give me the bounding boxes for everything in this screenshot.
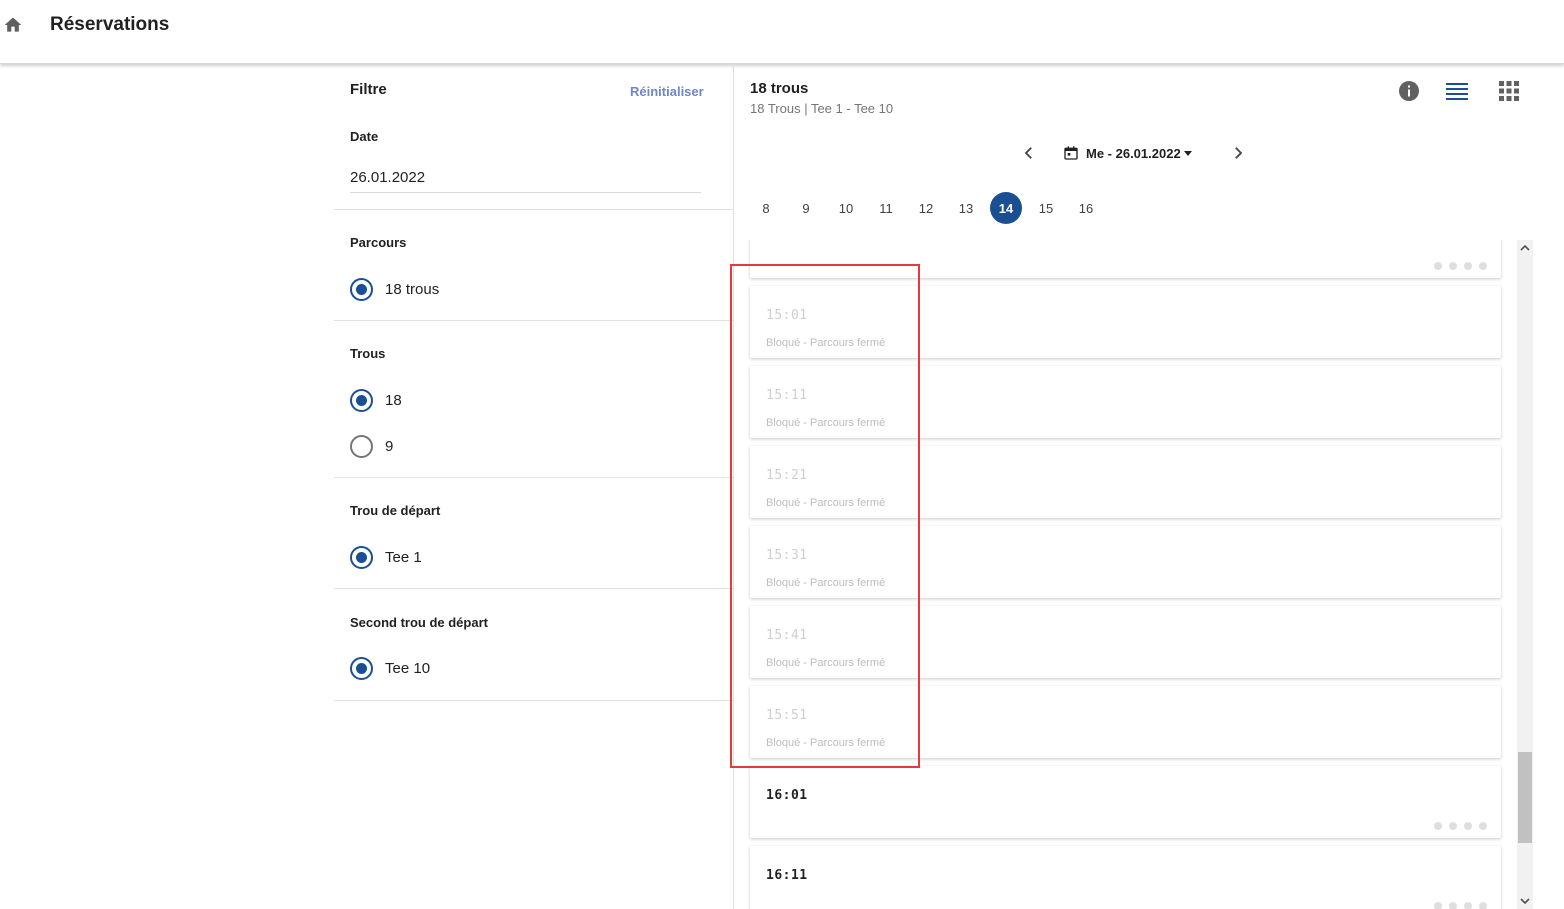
radio-checked-icon [350,656,373,680]
radio-checked-icon [350,545,373,569]
course-title: 18 trous [750,80,809,97]
caret-down-icon [1183,150,1192,156]
tee-time-label: 14:51 [766,240,808,243]
player-slots-indicator[interactable] [1427,902,1487,909]
scroll-down-icon[interactable] [1519,895,1531,907]
top-app-bar: Réservations [0,0,1564,64]
hour-chip-15[interactable]: 15 [1030,192,1062,224]
radio-label: Tee 10 [385,659,431,677]
divider [334,700,733,701]
chevron-left-icon[interactable] [1020,144,1038,162]
empty-player-slot-icon [1434,902,1442,909]
filter-panel: Filtre Réinitialiser Date 26.01.2022 Par… [334,66,733,909]
filter-title: Filtre [350,81,387,98]
holes-label: Trous [350,346,386,361]
empty-player-slot-icon [1464,902,1472,909]
hour-chip-9[interactable]: 9 [790,192,822,224]
empty-player-slot-icon [1449,262,1457,270]
radio-label: 18 trous [385,280,440,298]
second-start-tee-label: Second trou de départ [350,615,488,630]
player-slots-indicator[interactable] [1427,262,1487,270]
scrollbar-thumb[interactable] [1518,752,1532,843]
date-label: Date [350,129,379,144]
radio-checked-icon [350,277,373,301]
empty-player-slot-icon [1434,262,1442,270]
tee-time-card[interactable]: 16:11 [750,846,1501,909]
radio-holes-9[interactable]: 9 [350,434,393,458]
divider [334,209,733,210]
radio-label: 9 [385,437,394,455]
radio-course-18-trous[interactable]: 18 trous [350,277,439,301]
empty-player-slot-icon [1464,262,1472,270]
divider [334,588,733,589]
grid-view-icon[interactable] [1497,79,1521,103]
home-icon[interactable] [3,15,23,35]
empty-player-slot-icon [1449,822,1457,830]
date-picker-label: Me - 26.01.2022 [1086,145,1181,161]
list-view-icon[interactable] [1445,79,1469,103]
empty-player-slot-icon [1449,902,1457,909]
empty-player-slot-icon [1479,822,1487,830]
hour-selector: 8 9 10 11 12 13 14 15 16 [750,192,1110,224]
scroll-up-icon[interactable] [1519,242,1531,254]
tee-time-card[interactable]: 16:01 [750,766,1501,838]
calendar-icon [1064,146,1078,160]
radio-unchecked-icon [350,434,373,458]
hour-chip-14[interactable]: 14 [990,192,1022,224]
date-field-underline [350,192,701,193]
empty-player-slot-icon [1434,822,1442,830]
hour-chip-11[interactable]: 11 [870,192,902,224]
date-picker-button[interactable]: Me - 26.01.2022 [1063,143,1192,163]
radio-label: 18 [385,391,402,409]
reset-filter-link[interactable]: Réinitialiser [630,84,704,99]
empty-player-slot-icon [1479,902,1487,909]
radio-second-tee-10[interactable]: Tee 10 [350,656,430,680]
radio-label: Tee 1 [385,548,422,566]
date-field[interactable]: 26.01.2022 [350,169,425,186]
hour-chip-16[interactable]: 16 [1070,192,1102,224]
radio-start-tee-1[interactable]: Tee 1 [350,545,422,569]
course-label: Parcours [350,235,407,250]
empty-player-slot-icon [1479,262,1487,270]
highlight-annotation-box [730,264,920,768]
tee-time-label: 16:01 [766,788,808,803]
hour-chip-10[interactable]: 10 [830,192,862,224]
start-tee-label: Trou de départ [350,503,441,518]
divider [334,320,733,321]
divider [334,477,733,478]
tee-time-label: 16:11 [766,868,808,883]
hour-chip-12[interactable]: 12 [910,192,942,224]
info-icon[interactable] [1397,79,1421,103]
chevron-right-icon[interactable] [1229,144,1247,162]
page-title: Réservations [50,14,170,35]
player-slots-indicator[interactable] [1427,822,1487,830]
course-subtitle: 18 Trous | Tee 1 - Tee 10 [750,101,894,116]
hour-chip-13[interactable]: 13 [950,192,982,224]
radio-holes-18[interactable]: 18 [350,388,402,412]
hour-chip-8[interactable]: 8 [750,192,782,224]
radio-checked-icon [350,388,373,412]
empty-player-slot-icon [1464,822,1472,830]
